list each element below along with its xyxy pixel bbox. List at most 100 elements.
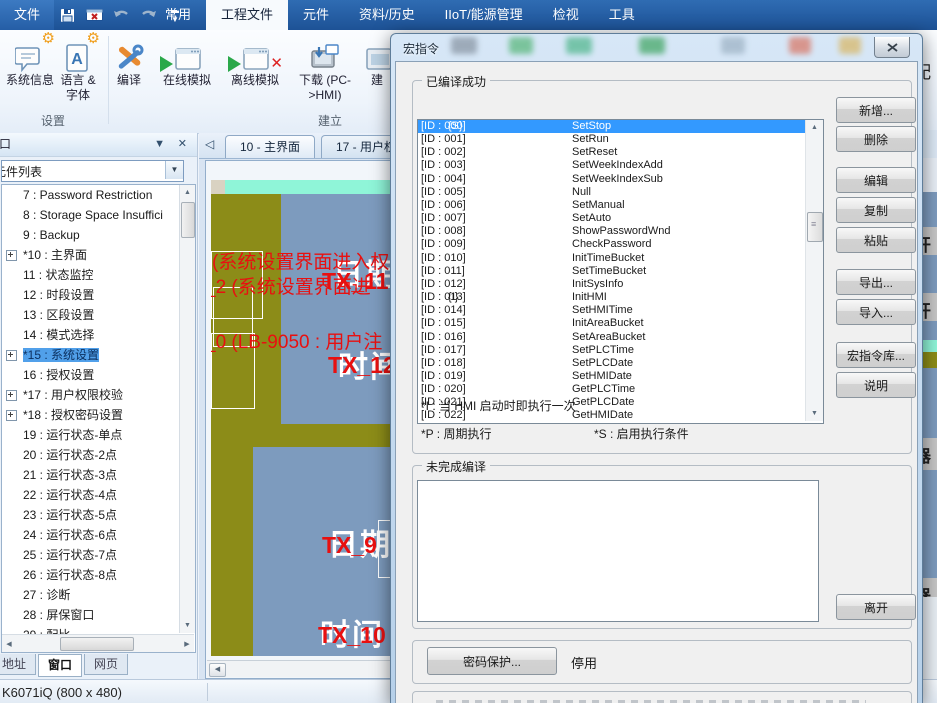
scroll-left-icon[interactable]: ◀ — [4, 640, 14, 648]
macro-row[interactable]: [ID : 016]SetAreaBucket — [418, 331, 805, 344]
uncompiled-list[interactable] — [417, 480, 819, 622]
tree-item[interactable]: 12 : 时段设置 — [2, 285, 175, 305]
macro-list-scrollbar[interactable]: ▲ ▼ — [805, 120, 823, 421]
macro-row[interactable]: [ID : 011]SetTimeBucket — [418, 265, 805, 278]
macro-row[interactable]: [ID : 014]SetHMITime — [418, 304, 805, 317]
panel-tab[interactable]: 地址 — [0, 654, 36, 675]
build-partial-button[interactable]: 建 — [362, 35, 392, 88]
tree-item[interactable]: 16 : 授权设置 — [2, 365, 175, 385]
expand-icon[interactable] — [6, 410, 17, 421]
tree-item[interactable]: 23 : 运行状态-5点 — [2, 505, 175, 525]
tree-item[interactable]: *18 : 授权密码设置 — [2, 405, 175, 425]
macro-row[interactable]: [ID : 018]SetPLCDate — [418, 357, 805, 370]
tree-item[interactable]: 14 : 模式选择 — [2, 325, 175, 345]
download-pc-hmi-button[interactable]: 下载 (PC- >HMI) — [296, 35, 354, 103]
tree-item[interactable]: 22 : 运行状态-4点 — [2, 485, 175, 505]
leave-button[interactable]: 离开 — [836, 594, 916, 620]
tree-item[interactable]: 11 : 状态监控 — [2, 265, 175, 285]
menu-tab[interactable]: 工程文件 — [206, 0, 288, 30]
tree-item[interactable]: 20 : 运行状态-2点 — [2, 445, 175, 465]
online-simulation-button[interactable]: 在线模拟 — [158, 35, 216, 88]
language-font-button[interactable]: A ⚙ 语言 & 字体 — [52, 35, 104, 103]
macro-row[interactable]: [ID : 009]CheckPassword — [418, 238, 805, 251]
expand-icon[interactable] — [6, 390, 17, 401]
scroll-down-icon[interactable]: ▼ — [180, 622, 195, 629]
canvas-horizontal-scrollbar[interactable]: ◀ — [207, 660, 391, 677]
expand-icon[interactable] — [6, 350, 17, 361]
panel-collapse-icon[interactable]: ▼ — [154, 137, 165, 152]
macro-row[interactable]: [ID : 000]{S}SetStop — [418, 120, 805, 133]
menu-tab[interactable]: 检视 — [538, 0, 594, 30]
help-button[interactable]: 说明 — [836, 372, 916, 398]
tree-item[interactable]: 24 : 运行状态-6点 — [2, 525, 175, 545]
macro-row[interactable]: [ID : 008]ShowPasswordWnd — [418, 225, 805, 238]
tree-item[interactable]: 8 : Storage Space Insuffici — [2, 205, 175, 225]
compile-button[interactable]: 编译 — [100, 35, 158, 88]
expand-icon[interactable] — [6, 250, 17, 261]
macro-row[interactable]: [ID : 007]SetAuto — [418, 212, 805, 225]
hmi-canvas[interactable]: 日期 时间 日期 时间 (系统设置界面进入权 _2 (系统设置界面进 _0 (L… — [211, 180, 390, 656]
offline-simulation-button[interactable]: ✕ 离线模拟 — [226, 35, 284, 88]
macro-list[interactable]: [ID : 000]{S}SetStop[ID : 001]SetRun[ID … — [417, 119, 824, 424]
scrollbar-thumb[interactable] — [181, 202, 195, 238]
tab-scroll-left-icon[interactable]: ◁ — [205, 137, 214, 151]
scroll-up-icon[interactable]: ▲ — [806, 124, 823, 131]
tree-item[interactable]: 9 : Backup — [2, 225, 175, 245]
dialog-close-button[interactable] — [874, 37, 910, 58]
tree-item[interactable]: 26 : 运行状态-8点 — [2, 565, 175, 585]
macro-library-button[interactable]: 宏指令库... — [836, 342, 916, 368]
macro-row[interactable]: [ID : 013]{I}InitHMI — [418, 291, 805, 304]
scroll-down-icon[interactable]: ▼ — [806, 410, 823, 417]
menu-tab[interactable]: IIoT/能源管理 — [430, 0, 538, 30]
macro-row[interactable]: [ID : 015]InitAreaBucket — [418, 317, 805, 330]
macro-row[interactable]: [ID : 010]InitTimeBucket — [418, 252, 805, 265]
tree-item[interactable]: 19 : 运行状态-单点 — [2, 425, 175, 445]
panel-close-icon[interactable]: ✕ — [178, 137, 187, 152]
export-button[interactable]: 导出... — [836, 269, 916, 295]
menu-tab[interactable]: 工具 — [594, 0, 650, 30]
tree-item[interactable]: 25 : 运行状态-7点 — [2, 545, 175, 565]
panel-tab[interactable]: 窗口 — [38, 654, 82, 677]
macro-row[interactable]: [ID : 004]SetWeekIndexSub — [418, 173, 805, 186]
chevron-down-icon[interactable]: ▼ — [165, 161, 183, 179]
copy-button[interactable]: 复制 — [836, 197, 916, 223]
undo-icon[interactable] — [112, 6, 130, 24]
close-window-icon[interactable] — [85, 6, 103, 24]
scroll-up-icon[interactable]: ▲ — [180, 189, 195, 196]
macro-row[interactable]: [ID : 001]SetRun — [418, 133, 805, 146]
macro-row[interactable]: [ID : 012]InitSysInfo — [418, 278, 805, 291]
tree-vertical-scrollbar[interactable]: ▲ ▼ — [179, 185, 195, 633]
save-icon[interactable] — [58, 6, 76, 24]
macro-row[interactable]: [ID : 005]Null — [418, 186, 805, 199]
panel-tab[interactable]: 网页 — [84, 654, 128, 675]
menu-tab[interactable]: 资料/历史 — [344, 0, 430, 30]
import-button[interactable]: 导入... — [836, 299, 916, 325]
scrollbar-thumb[interactable] — [60, 637, 134, 651]
tree-item[interactable]: 7 : Password Restriction — [2, 185, 175, 205]
scrollbar-thumb[interactable] — [807, 212, 823, 242]
system-info-button[interactable]: ⚙ 系统信息 — [1, 35, 59, 88]
tree-item[interactable]: 27 : 诊断 — [2, 585, 175, 605]
editor-tab-main[interactable]: 10 - 主界面 — [225, 135, 315, 158]
tree-horizontal-scrollbar[interactable]: ◀ ▶ — [2, 634, 194, 652]
component-list-dropdown[interactable]: 元件列表 ▼ — [1, 160, 184, 182]
edit-button[interactable]: 编辑 — [836, 167, 916, 193]
tree-item[interactable]: *10 : 主界面 — [2, 245, 175, 265]
tree-item[interactable]: 13 : 区段设置 — [2, 305, 175, 325]
paste-button[interactable]: 粘贴 — [836, 227, 916, 253]
file-menu-button[interactable]: 文件 — [0, 0, 54, 30]
new-button[interactable]: 新增... — [836, 97, 916, 123]
macro-row[interactable]: [ID : 020]GetPLCTime — [418, 383, 805, 396]
menu-tab[interactable]: 元件 — [288, 0, 344, 30]
password-protect-button[interactable]: 密码保护... — [427, 647, 557, 675]
tree-item[interactable]: 21 : 运行状态-3点 — [2, 465, 175, 485]
macro-row[interactable]: [ID : 017]SetPLCTime — [418, 344, 805, 357]
tree-item[interactable]: 28 : 屏保窗口 — [2, 605, 175, 625]
scroll-right-icon[interactable]: ▶ — [182, 640, 192, 648]
macro-row[interactable]: [ID : 006]SetManual — [418, 199, 805, 212]
scroll-left-icon[interactable]: ◀ — [209, 663, 226, 677]
macro-row[interactable]: [ID : 019]SetHMIDate — [418, 370, 805, 383]
macro-row[interactable]: [ID : 003]SetWeekIndexAdd — [418, 159, 805, 172]
delete-button[interactable]: 删除 — [836, 126, 916, 152]
macro-row[interactable]: [ID : 002]SetReset — [418, 146, 805, 159]
